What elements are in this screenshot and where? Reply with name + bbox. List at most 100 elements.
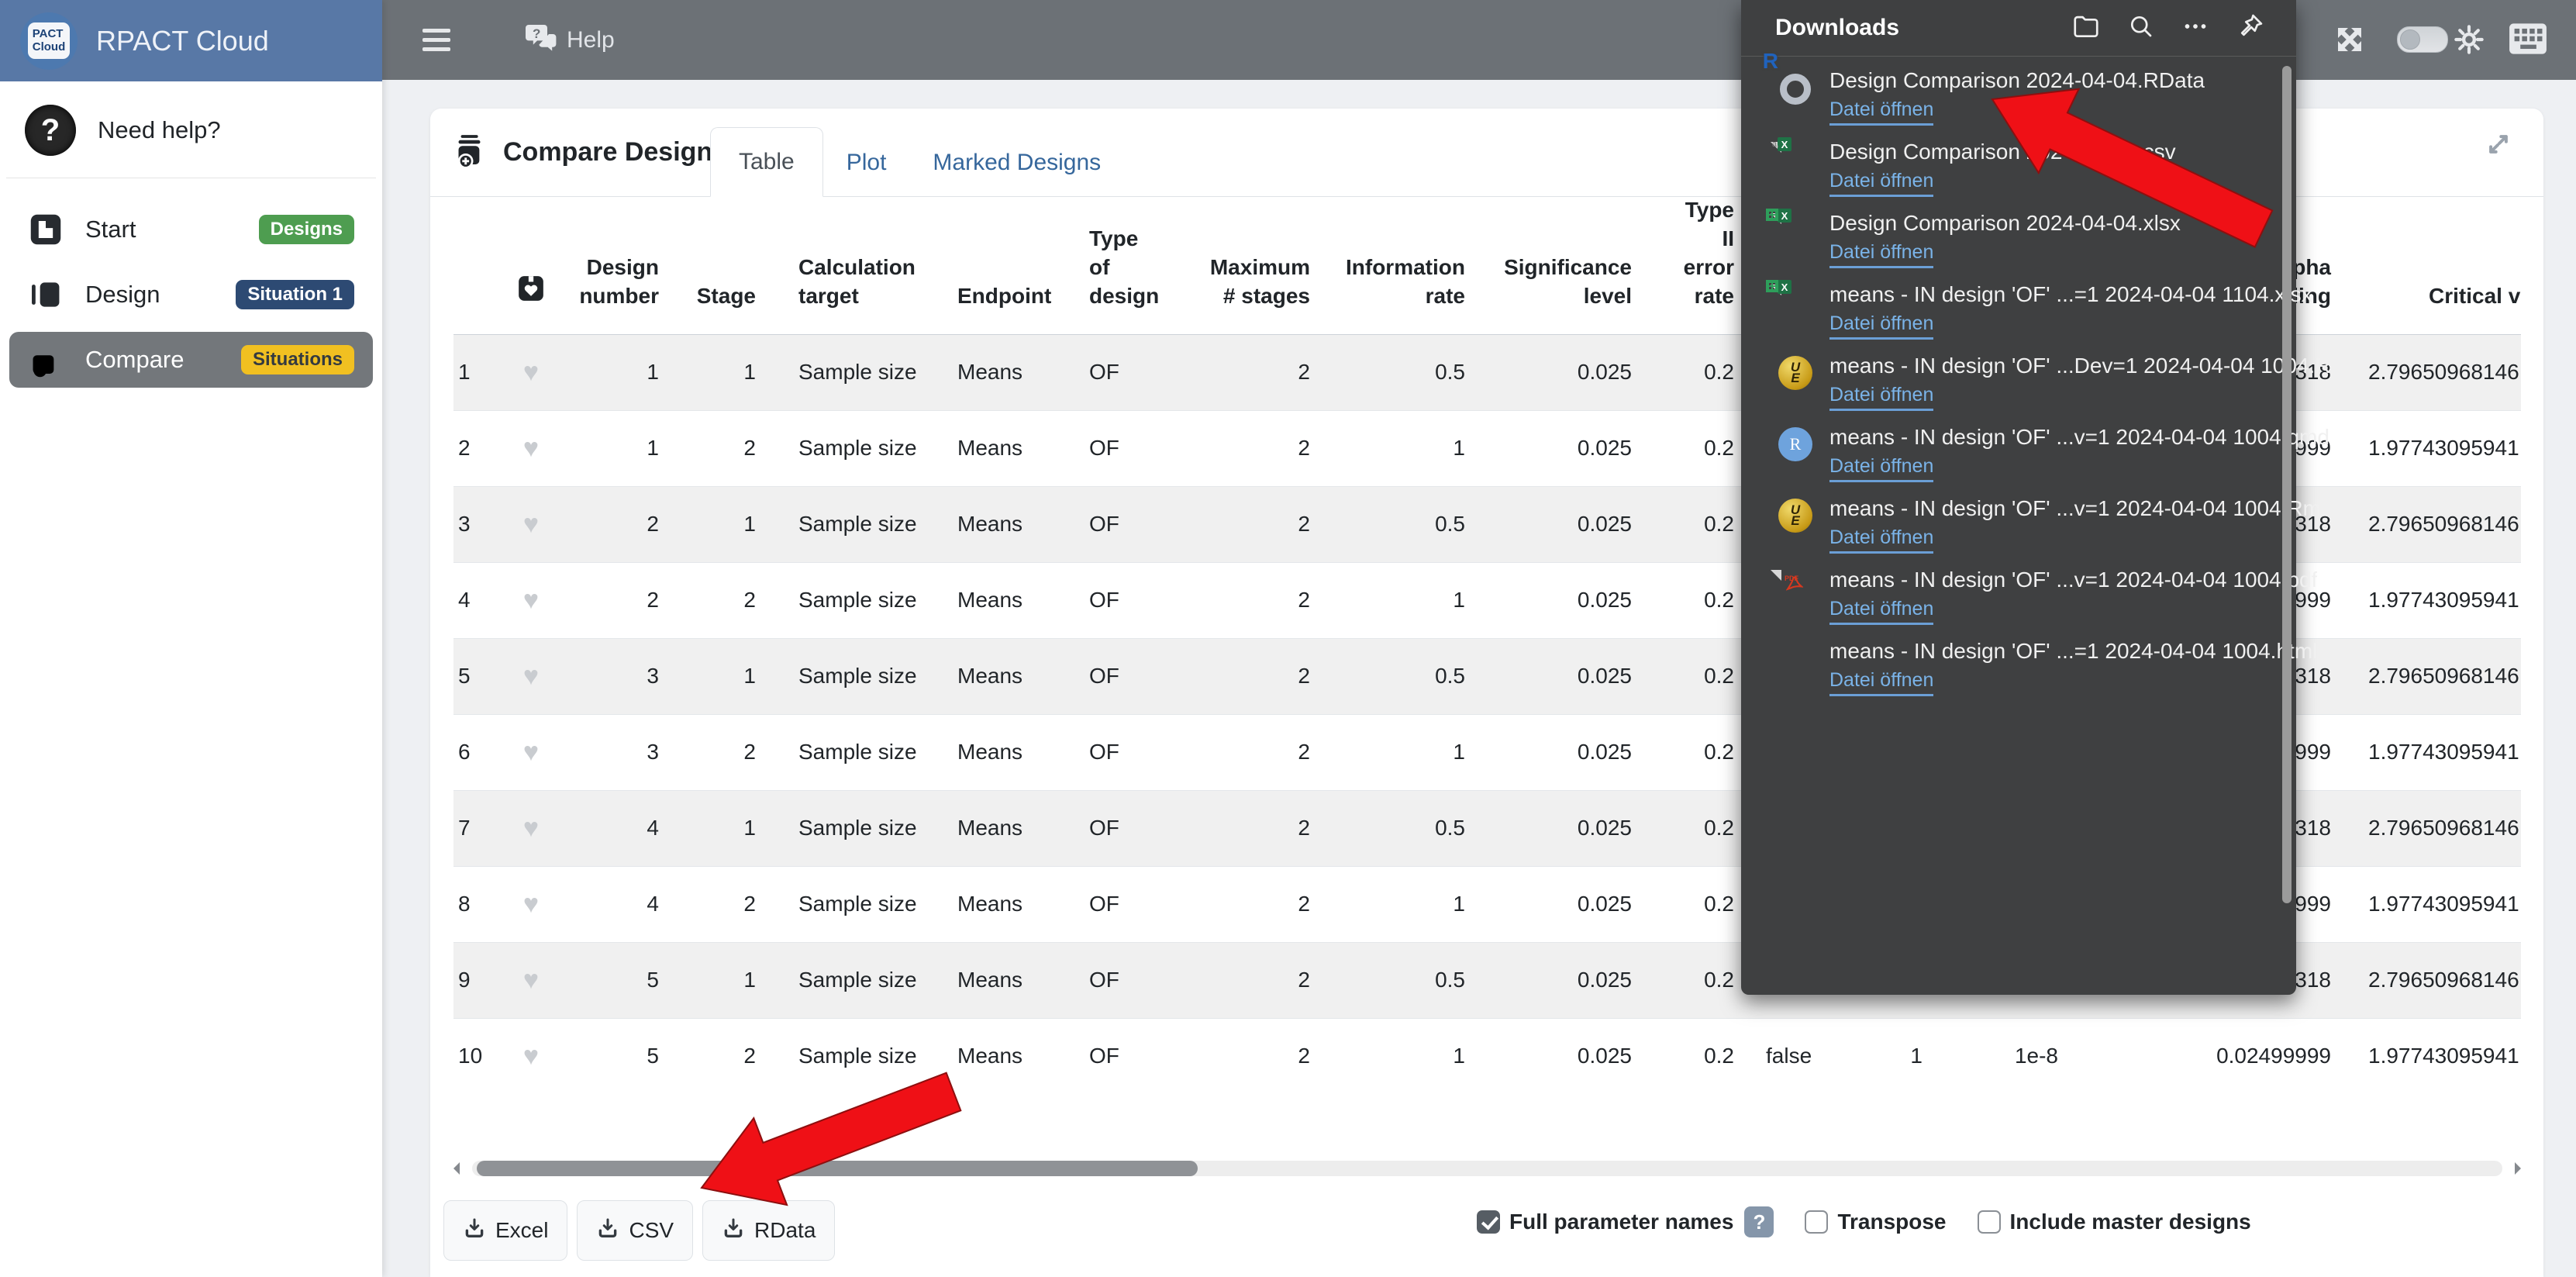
- scrollbar-thumb[interactable]: [477, 1161, 1198, 1176]
- fullscreen-arrows-icon[interactable]: [2332, 22, 2367, 61]
- panel-scrollbar-thumb[interactable]: [2282, 66, 2292, 903]
- start-badge: Designs: [259, 215, 354, 244]
- favorite-heart-icon[interactable]: ♥: [523, 357, 539, 387]
- cell-alpha: 0.025: [1465, 562, 1632, 638]
- cell-type: OF: [1066, 562, 1171, 638]
- favorite-heart-icon[interactable]: ♥: [523, 509, 539, 539]
- help-button[interactable]: ? Help: [525, 22, 615, 58]
- keyboard-grid-icon[interactable]: [2509, 22, 2547, 60]
- download-file-name: Design Comparison 2024-04-04.xlsx: [1829, 210, 2181, 236]
- option-transpose[interactable]: Transpose: [1805, 1210, 1946, 1234]
- cell-alpha: 0.025: [1465, 790, 1632, 866]
- pin-panel-icon[interactable]: [2236, 12, 2265, 45]
- column-header-type: Type of design: [1066, 196, 1171, 334]
- cell-kMax: 2: [1171, 714, 1310, 790]
- column-header-critical: Critical v: [2331, 196, 2521, 334]
- open-file-link[interactable]: Datei öffnen: [1829, 527, 1933, 554]
- option-include-master-designs[interactable]: Include master designs: [1978, 1210, 2251, 1234]
- sidebar-item-start[interactable]: StartDesigns: [9, 202, 373, 257]
- cell-target: Sample size: [756, 334, 934, 410]
- favorite-heart-icon[interactable]: ♥: [523, 813, 539, 843]
- compare-label: Compare: [85, 346, 219, 374]
- cell-index: 10: [453, 1018, 508, 1094]
- downloads-panel: Downloads: [1741, 0, 2296, 995]
- export-csv-label: CSV: [629, 1218, 674, 1243]
- download-item[interactable]: Xa,Design Comparison 2024-04-04.csvDatei…: [1778, 139, 2273, 210]
- download-item[interactable]: RDesign Comparison 2024-04-04.RDataDatei…: [1778, 67, 2273, 139]
- download-item[interactable]: UEmeans - IN design 'OF' ...Dev=1 2024-0…: [1778, 353, 2273, 424]
- brightness-sun-icon[interactable]: [2451, 22, 2487, 61]
- favorite-heart-icon[interactable]: ♥: [523, 661, 539, 691]
- rpact-logo: PACT Cloud: [20, 12, 78, 70]
- sidebar-item-compare[interactable]: CompareSituations: [9, 332, 373, 388]
- tab-marked-designs[interactable]: Marked Designs: [909, 129, 1124, 197]
- download-item[interactable]: XDesign Comparison 2024-04-04.xlsxDatei …: [1778, 210, 2273, 281]
- download-item[interactable]: means - IN design 'OF' ...=1 2024-04-04 …: [1778, 638, 2273, 709]
- sidebar-item-design[interactable]: DesignSituation 1: [9, 267, 373, 323]
- cell-target: Sample size: [756, 410, 934, 486]
- expand-diagonal-icon[interactable]: [2481, 127, 2516, 165]
- checkbox-transpose[interactable]: [1805, 1210, 1828, 1234]
- download-icon: [722, 1217, 745, 1245]
- cell-kMax: 2: [1171, 1018, 1310, 1094]
- open-file-link[interactable]: Datei öffnen: [1829, 385, 1933, 411]
- favorite-heart-icon[interactable]: ♥: [523, 1041, 539, 1071]
- more-options-icon[interactable]: [2181, 12, 2209, 44]
- download-item[interactable]: Rmeans - IN design 'OF' ...v=1 2024-04-0…: [1778, 424, 2273, 495]
- option-full-parameter-names[interactable]: Full parameter names?: [1477, 1206, 1774, 1237]
- downloads-list: RDesign Comparison 2024-04-04.RDataDatei…: [1741, 57, 2296, 709]
- favorite-heart-icon[interactable]: ♥: [523, 433, 539, 463]
- favorite-heart-icon[interactable]: ♥: [523, 965, 539, 995]
- toggle-knob: [2400, 29, 2420, 50]
- cell-target: Sample size: [756, 942, 934, 1018]
- open-file-link[interactable]: Datei öffnen: [1829, 242, 1933, 268]
- column-header-fav: [508, 196, 554, 334]
- cell-index: 8: [453, 866, 508, 942]
- tab-table[interactable]: Table: [710, 127, 823, 197]
- export-csv-button[interactable]: CSV: [577, 1200, 693, 1261]
- download-item[interactable]: PDFmeans - IN design 'OF' ...v=1 2024-04…: [1778, 567, 2273, 638]
- cell-index: 6: [453, 714, 508, 790]
- tab-plot[interactable]: Plot: [823, 129, 910, 197]
- favorite-heart-icon[interactable]: ♥: [523, 889, 539, 919]
- horizontal-scrollbar[interactable]: [453, 1160, 2521, 1177]
- favorite-heart-icon[interactable]: ♥: [523, 737, 539, 767]
- table-row[interactable]: 10♥52Sample sizeMeansOF210.0250.2false11…: [453, 1018, 2521, 1094]
- download-item[interactable]: Xmeans - IN design 'OF' ...=1 2024-04-04…: [1778, 281, 2273, 353]
- cell-kMax: 2: [1171, 638, 1310, 714]
- theme-toggle-switch[interactable]: [2397, 26, 2448, 53]
- download-item[interactable]: UEmeans - IN design 'OF' ...v=1 2024-04-…: [1778, 495, 2273, 567]
- checkbox-full-parameter-names[interactable]: [1477, 1210, 1500, 1234]
- open-file-link[interactable]: Datei öffnen: [1829, 456, 1933, 482]
- cell-infoRate: 0.5: [1310, 334, 1465, 410]
- export-rdata-button[interactable]: RData: [702, 1200, 835, 1261]
- cell-type: OF: [1066, 638, 1171, 714]
- open-file-link[interactable]: Datei öffnen: [1829, 99, 1933, 126]
- page-title: Compare Designs: [503, 137, 727, 167]
- cell-index: 7: [453, 790, 508, 866]
- cell-stage: 2: [659, 714, 756, 790]
- cell-index: 3: [453, 486, 508, 562]
- open-file-link[interactable]: Datei öffnen: [1829, 599, 1933, 625]
- open-file-link[interactable]: Datei öffnen: [1829, 313, 1933, 340]
- scroll-left-arrow[interactable]: [453, 1162, 460, 1175]
- help-badge[interactable]: ?: [1744, 1206, 1774, 1237]
- cell-alphaSpend: 0.02499999: [2058, 1018, 2331, 1094]
- column-header-design: Design number: [554, 196, 659, 334]
- open-downloads-folder-icon[interactable]: [2071, 12, 2101, 45]
- scroll-right-arrow[interactable]: [2515, 1162, 2521, 1175]
- rpact-logo-text: PACT Cloud: [28, 22, 70, 59]
- cell-target: Sample size: [756, 790, 934, 866]
- search-downloads-icon[interactable]: [2127, 12, 2155, 44]
- help-label: Help: [567, 27, 615, 53]
- open-file-link[interactable]: Datei öffnen: [1829, 171, 1933, 197]
- favorite-heart-icon[interactable]: ♥: [523, 585, 539, 615]
- cell-fav: ♥: [508, 866, 554, 942]
- checkbox-include-master-designs[interactable]: [1978, 1210, 2001, 1234]
- downloads-title: Downloads: [1775, 15, 2071, 41]
- export-excel-button[interactable]: Excel: [443, 1200, 567, 1261]
- hamburger-menu-icon[interactable]: [422, 29, 450, 51]
- ultraedit-icon: UE: [1778, 499, 1812, 533]
- open-file-link[interactable]: Datei öffnen: [1829, 670, 1933, 696]
- need-help-item[interactable]: ? Need help?: [0, 81, 382, 178]
